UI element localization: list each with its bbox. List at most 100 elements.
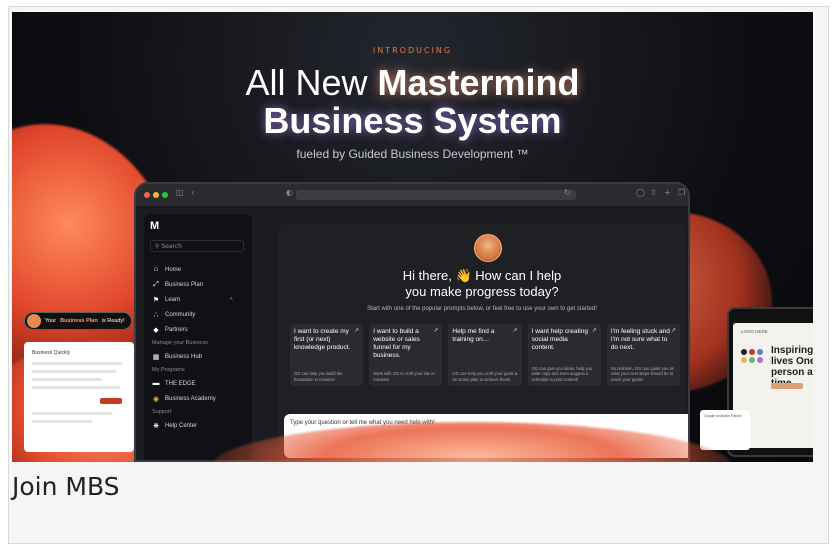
analytics-card-title: Google Analytics Report	[704, 414, 742, 418]
sidebar-item-business-plan[interactable]: ⤢ Business Plan	[152, 277, 233, 292]
edge-logo-icon: ▬	[152, 380, 160, 387]
laptop-mockup: ◫ ‹ ◐ ↻ ◯ ⇧ + ❐ M ⚲ Search ⌂ Home ⤢ Busine…	[134, 182, 690, 462]
business-plan-document: Business Quickly	[24, 342, 134, 452]
avatar	[27, 314, 41, 328]
hero-banner[interactable]: INTRODUCING All New Mastermind Business …	[12, 12, 813, 462]
minimize-dot-icon[interactable]	[153, 192, 159, 198]
prompt-description: GG can help you build the foundation in …	[294, 371, 343, 382]
sidebar-item-label: Learn	[165, 296, 181, 303]
arrow-up-right-icon: ↗	[512, 327, 518, 334]
business-plan-ready-pill[interactable]: Your Business Plan is Ready!	[24, 312, 132, 330]
color-swatch	[757, 357, 763, 363]
sidebar-item-business-hub[interactable]: ▦ Business Hub	[152, 349, 233, 364]
color-swatch	[757, 349, 763, 355]
search-input[interactable]: ⚲ Search	[150, 240, 244, 252]
download-icon[interactable]: ◯	[636, 188, 645, 197]
headline-line-2: Business System	[263, 100, 562, 141]
search-placeholder: Search	[161, 243, 182, 250]
sidebar-item-label: Business Academy	[165, 395, 216, 402]
prompt-title: I want help creating social media conten…	[531, 328, 588, 351]
analytics-card: Google Analytics Report	[700, 410, 750, 450]
prompt-description: GG can help you craft your goals & an ac…	[452, 371, 518, 382]
prompt-description: GG can give you ideas, help you write co…	[531, 365, 593, 382]
graduation-cap-icon: ⚑	[152, 296, 160, 304]
sidebar-item-label: THE EDGE	[165, 380, 196, 387]
prompt-suggestions: ↗ I want to create my first (or next) kno…	[290, 324, 681, 386]
sidebar-item-label: Home	[165, 266, 182, 273]
people-icon: ∴	[153, 311, 159, 319]
color-swatch	[749, 357, 755, 363]
color-swatch	[741, 357, 747, 363]
privacy-icon: ◐	[286, 188, 293, 197]
sidebar-item-learn[interactable]: ⚑ Learn ˄	[152, 292, 233, 307]
sidebar-item-home[interactable]: ⌂ Home	[152, 262, 233, 277]
prompt-title: I'm feeling stuck and I'm not sure what …	[610, 328, 670, 351]
sidebar-item-label: Business Hub	[165, 353, 203, 360]
expand-icon: ⤢	[153, 280, 159, 288]
card-caption[interactable]: Join MBS	[12, 472, 120, 501]
sidebar-item-label: Community	[165, 311, 196, 318]
sidebar-toggle-icon[interactable]: ◫	[176, 188, 184, 197]
lifebuoy-icon: ❋	[153, 422, 159, 430]
diamond-icon: ◆	[153, 326, 159, 334]
back-icon[interactable]: ‹	[191, 188, 194, 197]
primary-nav: ⌂ Home ⤢ Business Plan ⚑ Learn ˄ ∴ Community …	[152, 262, 233, 433]
prompt-title: I want to create my first (or next) know…	[294, 328, 351, 351]
greeting-line-2: you make progress today?	[405, 284, 559, 299]
grid-icon: ▦	[152, 353, 160, 361]
close-dot-icon[interactable]	[144, 192, 150, 198]
app-sidebar: M ⚲ Search ⌂ Home ⤢ Business Plan ⚑ Learn ˄ …	[144, 214, 252, 460]
prompt-title: I want to build a website or sales funne…	[373, 328, 420, 359]
maximize-dot-icon[interactable]	[162, 192, 168, 198]
sidebar-item-label: Help Center	[165, 422, 198, 429]
arrow-up-right-icon: ↗	[354, 327, 360, 334]
text-line	[32, 362, 122, 365]
headline-bold: Mastermind	[377, 62, 580, 103]
text-line	[32, 378, 102, 381]
prompt-card[interactable]: ↗ I'm feeling stuck and I'm not sure what…	[606, 324, 681, 386]
document-action-button[interactable]	[100, 398, 122, 404]
tagline: fueled by Guided Business Development ™	[296, 147, 529, 161]
pill-bold: Business Plan	[60, 318, 98, 324]
text-line	[32, 420, 92, 423]
tabs-overview-icon[interactable]: ❐	[678, 188, 685, 197]
prompt-card[interactable]: ↗ I want help creating social media conte…	[527, 324, 601, 386]
website-cta[interactable]	[771, 383, 803, 389]
chevron-up-icon[interactable]: ˄	[229, 297, 233, 303]
reload-icon[interactable]: ↻	[564, 188, 571, 197]
sidebar-item-partners[interactable]: ◆ Partners	[152, 322, 233, 337]
text-line	[32, 412, 112, 415]
section-label-manage: Manage your Business	[152, 340, 208, 346]
arrow-up-right-icon: ↗	[433, 327, 439, 334]
sidebar-item-label: Business Plan	[165, 281, 204, 288]
prompt-card[interactable]: ↗ I want to create my first (or next) kno…	[290, 324, 364, 386]
headline-line-1: All New Mastermind	[12, 62, 813, 104]
arrow-up-right-icon: ↗	[670, 327, 677, 334]
address-bar[interactable]	[296, 190, 576, 200]
sidebar-item-community[interactable]: ∴ Community	[152, 307, 233, 322]
pill-prefix: Your	[45, 318, 57, 324]
academy-badge-icon: ◉	[152, 395, 160, 403]
text-line	[32, 386, 120, 389]
section-label-support: Support	[152, 409, 172, 415]
prompt-card[interactable]: ↗ Help me find a training on… GG can help …	[448, 324, 522, 386]
sidebar-item-help-center[interactable]: ❋ Help Center	[152, 418, 233, 433]
introducing-label: INTRODUCING	[372, 46, 453, 55]
color-swatch	[741, 349, 747, 355]
prompt-description: No problem, GG can guide you on what you…	[610, 365, 675, 382]
home-icon: ⌂	[153, 266, 159, 273]
document-title: Business Quickly	[32, 350, 71, 356]
pill-suffix: is Ready!	[101, 318, 125, 324]
sidebar-item-the-edge[interactable]: ▬ THE EDGE	[152, 376, 233, 391]
prompt-card[interactable]: ↗ I want to build a website or sales funn…	[369, 324, 443, 386]
new-tab-icon[interactable]: +	[664, 188, 671, 197]
section-label-programs: My Programs	[152, 367, 185, 373]
sidebar-item-business-academy[interactable]: ◉ Business Academy	[152, 391, 233, 406]
greeting-line-1: Hi there, 👋 How can I help	[402, 268, 562, 283]
browser-toolbar: ◫ ‹ ◐ ↻ ◯ ⇧ + ❐	[136, 184, 688, 206]
share-icon[interactable]: ⇧	[650, 188, 657, 197]
website-logo: LOGO HERE	[741, 329, 768, 334]
arrow-up-right-icon: ↗	[591, 327, 597, 334]
assistant-avatar	[474, 234, 502, 262]
mbs-logo-icon[interactable]: M	[150, 220, 162, 232]
